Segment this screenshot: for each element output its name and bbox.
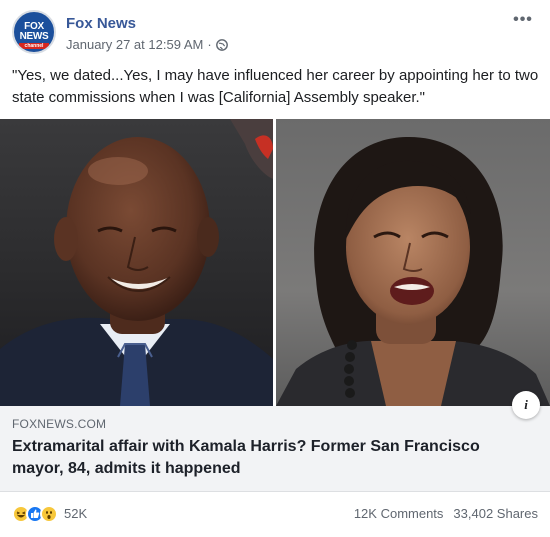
more-options-icon[interactable]: ••• — [508, 10, 538, 30]
post-timestamp[interactable]: January 27 at 12:59 AM — [66, 37, 203, 53]
post-meta: January 27 at 12:59 AM · — [66, 37, 228, 53]
avatar-logo-line2: NEWS — [19, 31, 49, 42]
link-headline[interactable]: Extramarital affair with Kamala Harris? … — [12, 436, 512, 480]
comments-count-link[interactable]: 12K Comments — [354, 505, 444, 523]
photo-right-woman[interactable] — [276, 119, 550, 406]
wow-reaction-icon — [40, 505, 58, 523]
reactions-summary[interactable]: 52K — [12, 505, 87, 523]
photo-left-man[interactable] — [0, 119, 273, 406]
link-domain: FOXNEWS.COM — [12, 417, 107, 431]
link-preview[interactable]: FOXNEWS.COM Extramarital affair with Kam… — [0, 406, 550, 492]
avatar-logo-line3: channel — [19, 43, 49, 49]
reactions-count[interactable]: 52K — [64, 505, 87, 523]
facebook-post-card: FOX NEWS channel Fox News January 27 at … — [0, 0, 550, 537]
globe-icon[interactable] — [215, 39, 228, 51]
post-text: "Yes, we dated...Yes, I may have influen… — [12, 67, 539, 106]
post-stats: 12K Comments 33,402 Shares — [354, 505, 538, 523]
page-avatar[interactable]: FOX NEWS channel — [12, 10, 56, 54]
meta-separator: · — [207, 37, 212, 52]
info-icon[interactable]: i — [512, 391, 540, 419]
page-name-link[interactable]: Fox News — [66, 15, 136, 33]
shares-count-link[interactable]: 33,402 Shares — [453, 505, 538, 523]
